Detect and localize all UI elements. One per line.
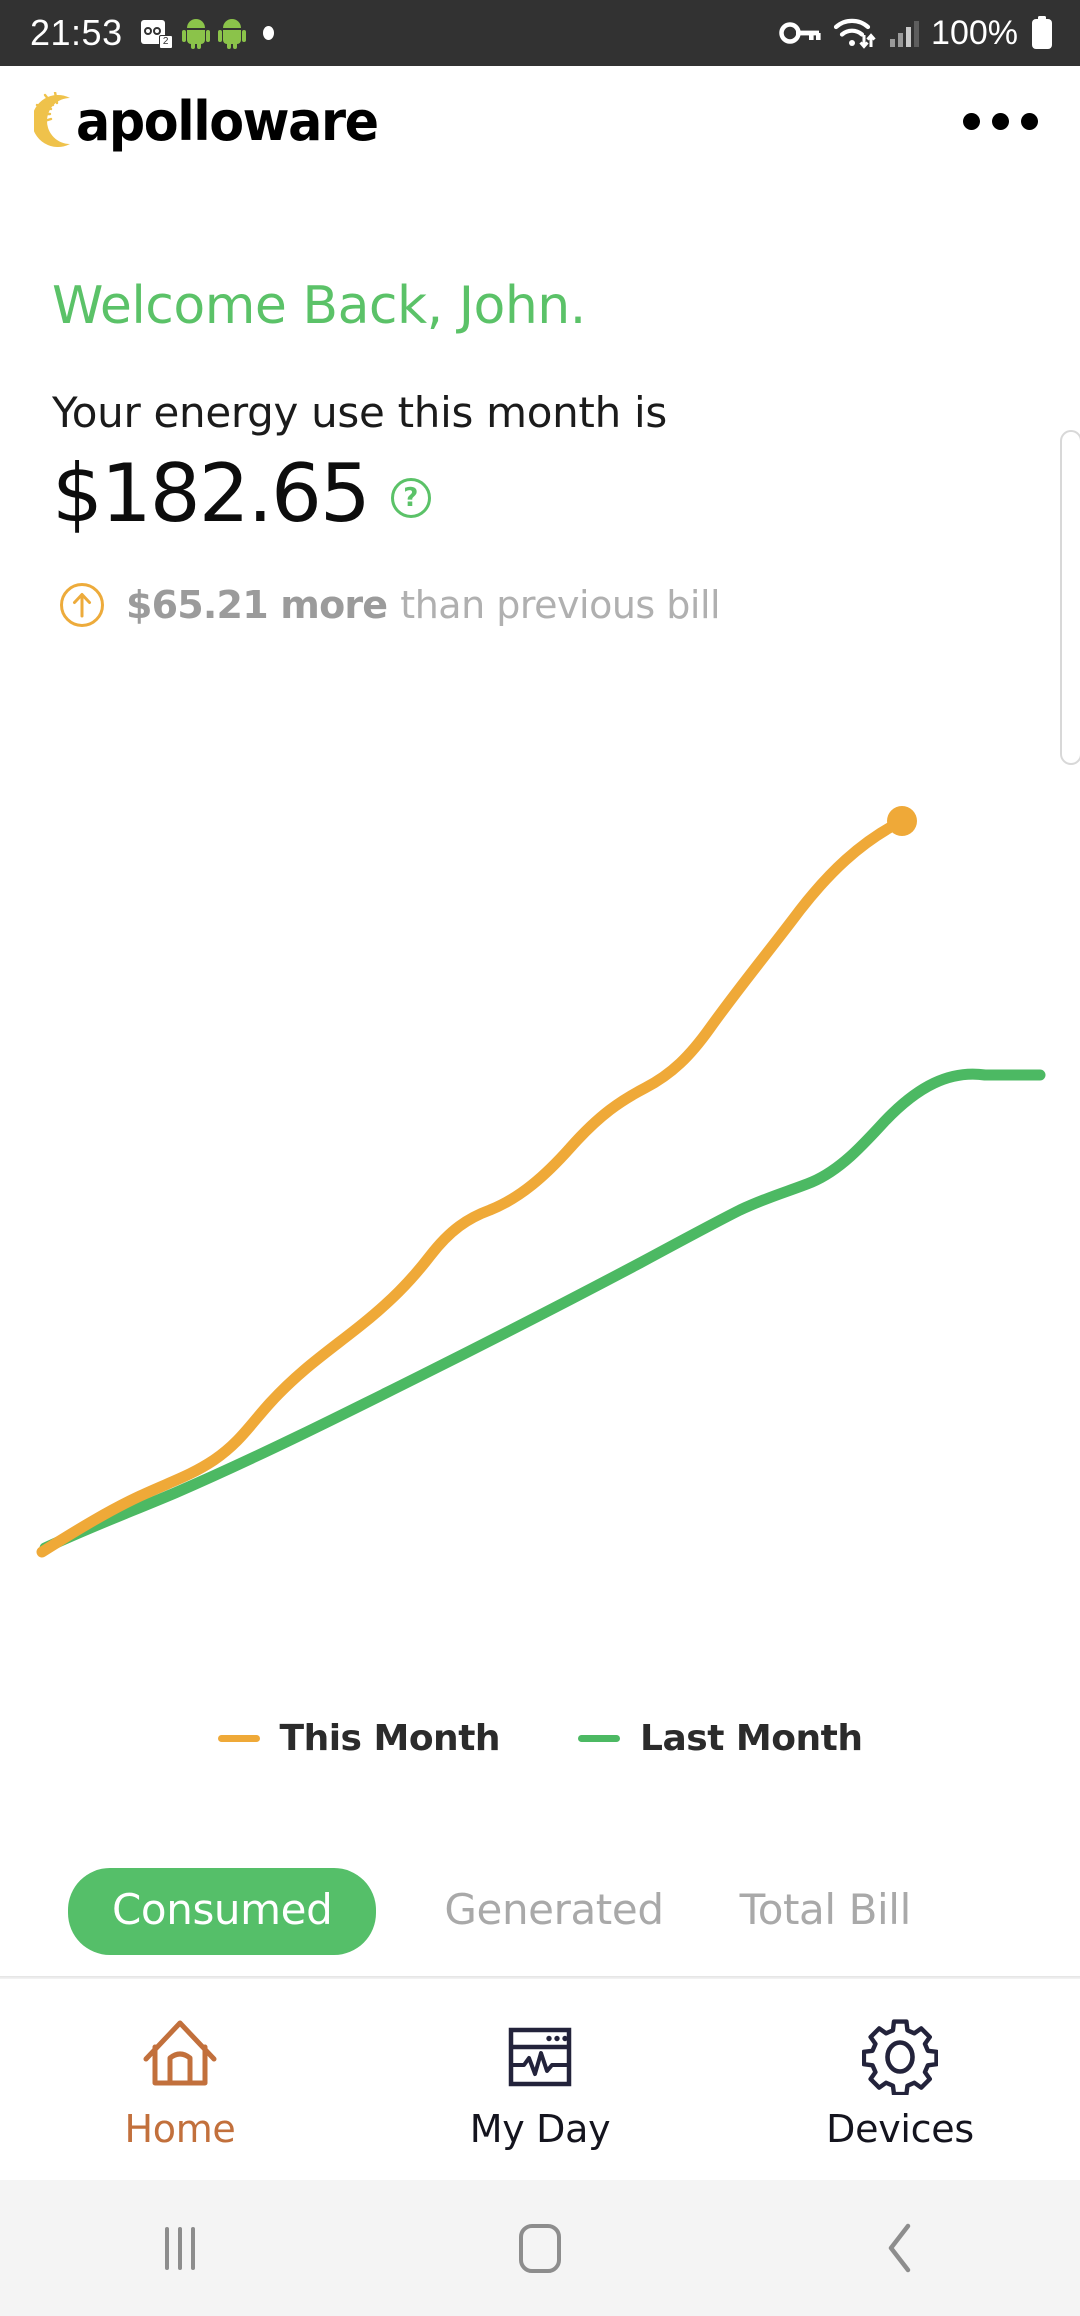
android-status-bar: 21:53 2 100% [0,0,1080,66]
android-icon [217,19,246,49]
android-icon [181,19,210,49]
nav-label-home: Home [124,2106,236,2151]
vertical-scrollbar[interactable] [1060,430,1080,765]
hero-section: Welcome Back, John. Your energy use this… [0,176,1080,628]
energy-line-chart[interactable] [0,770,1080,1600]
app-header: apolloware [0,66,1080,176]
nav-label-devices: Devices [826,2106,974,2151]
kebab-menu-icon[interactable] [957,95,1044,148]
dot-icon [262,26,274,40]
chart-legend: This Month Last Month [0,1718,1080,1759]
tab-consumed[interactable]: Consumed [68,1868,377,1955]
home-square-icon[interactable] [360,2223,720,2273]
wifi-icon [833,18,876,49]
help-icon[interactable]: ? [390,478,431,519]
welcome-heading: Welcome Back, John. [52,276,586,336]
brand-logo[interactable]: apolloware [31,89,397,153]
chart-svg [36,806,1046,1558]
nav-item-devices[interactable]: Devices [720,2009,1080,2151]
brand-name: apolloware [76,89,379,153]
legend-label: This Month [279,1718,501,1759]
window-chart-icon [504,2013,576,2101]
status-bar-system-icons: 100% [779,14,1054,53]
android-system-nav [0,2180,1080,2316]
legend-swatch-orange [217,1735,260,1742]
energy-subtitle: Your energy use this month is [52,388,667,437]
nav-item-home[interactable]: Home [0,2009,360,2151]
delta-description: than previous bill [400,583,721,628]
tab-total-bill[interactable]: Total Bill [740,1868,912,1955]
vpn-key-icon [779,22,821,44]
recents-icon[interactable] [0,2226,360,2270]
series-this-month-end-marker [887,806,917,836]
legend-item-last-month: Last Month [578,1718,863,1759]
voicemail-count: 2 [158,35,173,49]
battery-percent-label: 100% [931,13,1018,52]
voicemail-icon: 2 [140,18,173,49]
amount-row: $182.65 ? [52,447,1028,540]
legend-swatch-green [578,1735,621,1742]
signal-bars-icon [890,21,920,47]
metric-tabs: Consumed Generated Total Bill [0,1868,1080,1978]
back-chevron-icon[interactable] [720,2222,1080,2274]
nav-label-my-day: My Day [469,2106,611,2151]
bottom-navigation: Home My Day Devices [0,1979,1080,2180]
tab-generated[interactable]: Generated [444,1868,664,1955]
gear-icon [862,2013,938,2101]
legend-label: Last Month [640,1718,863,1759]
delta-row: $65.21 more than previous bill [52,583,1028,628]
nav-item-my-day[interactable]: My Day [360,2009,720,2151]
status-bar-notification-icons: 2 [140,18,274,49]
energy-amount: $182.65 [52,447,371,540]
legend-item-this-month: This Month [217,1718,501,1759]
arrow-up-icon [60,583,104,628]
delta-amount: $65.21 more [126,583,388,628]
house-icon [136,2013,224,2101]
status-bar-clock: 21:53 [30,12,123,53]
sunburst-icon [31,90,80,150]
series-this-month-line [36,815,908,1558]
battery-icon [1032,16,1052,49]
app-screen: 21:53 2 100% apolloware Welcome Back, Jo… [0,0,1080,2316]
